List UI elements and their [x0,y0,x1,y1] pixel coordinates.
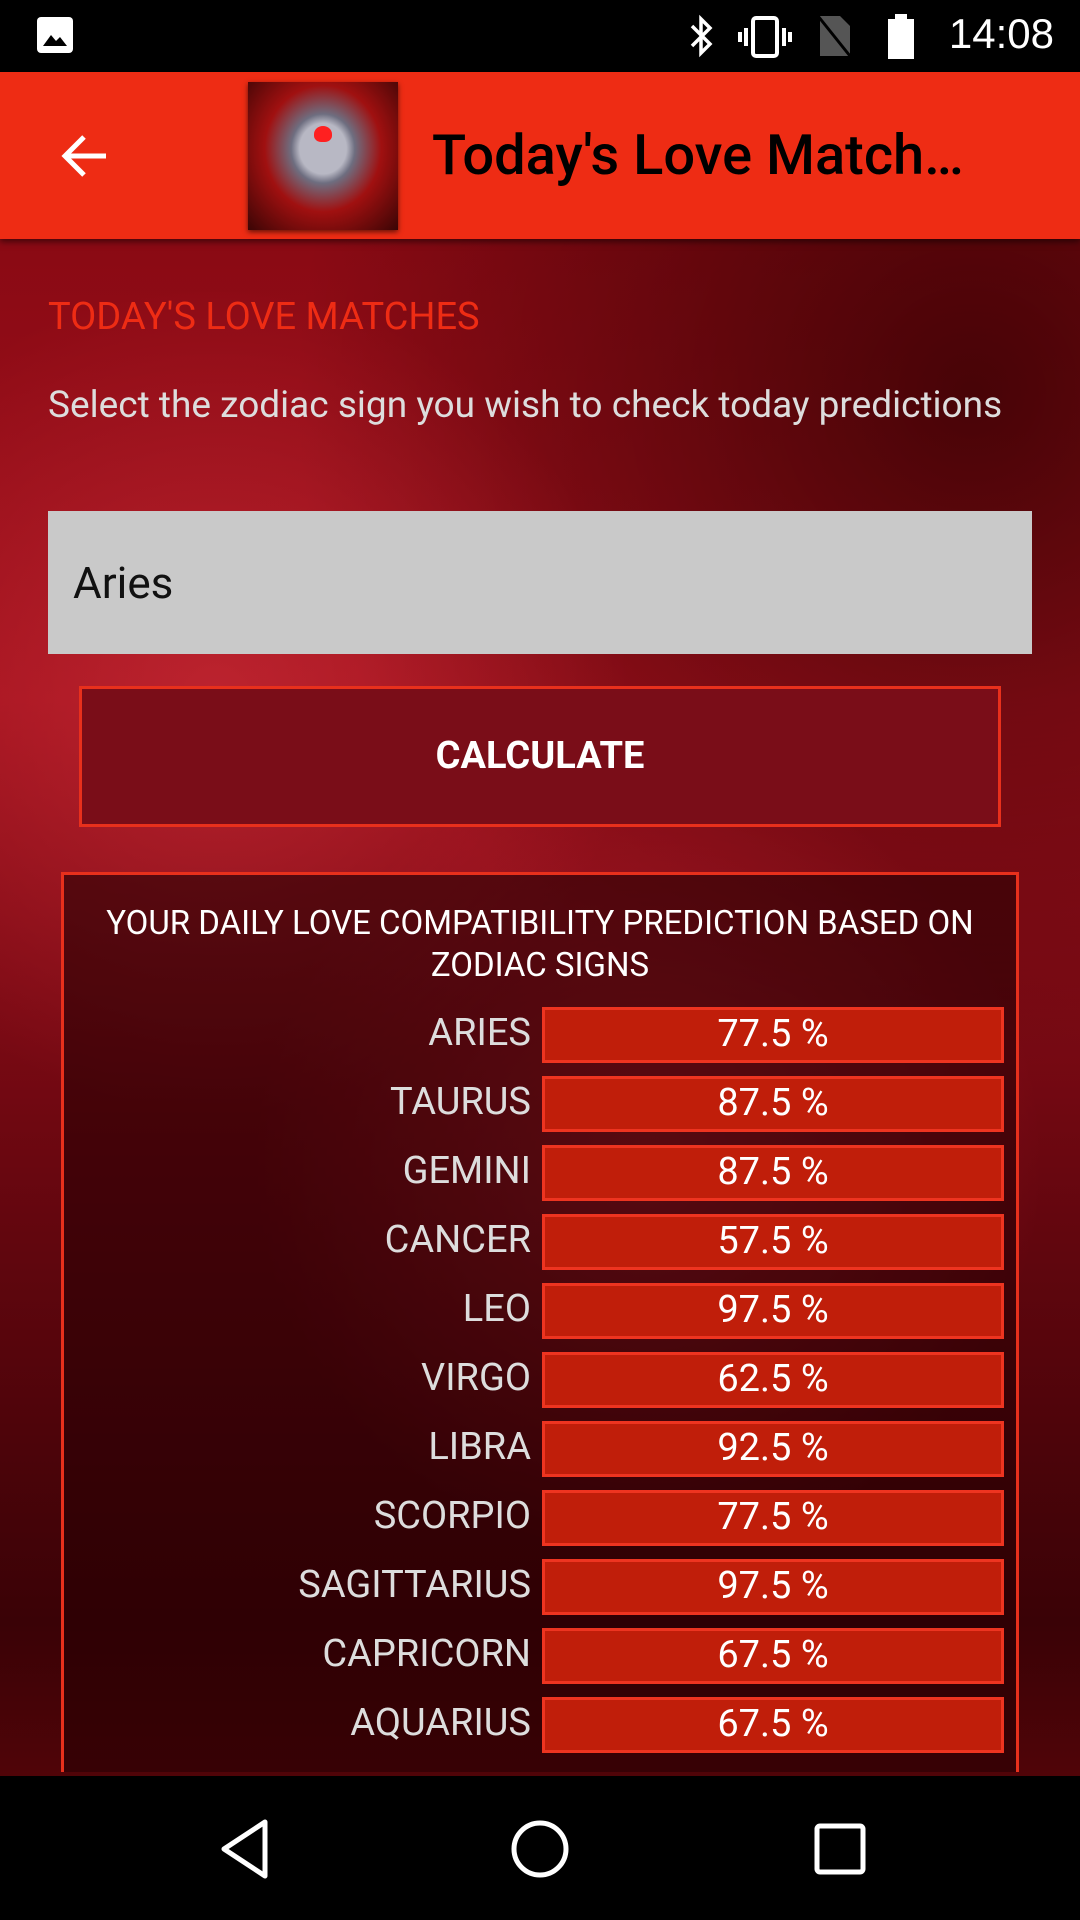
sign-label: VIRGO [421,1356,531,1400]
compatibility-value: 92.5 % [542,1421,1004,1477]
clock: 14:08 [948,10,1054,57]
compatibility-value: 97.5 % [542,1283,1004,1339]
compatibility-value: 87.5 % [542,1145,1004,1201]
sign-label: SCORPIO [373,1494,531,1538]
recents-square-icon[interactable] [805,1814,875,1884]
sign-label: AQUARIUS [350,1701,531,1745]
app-logo-avatar [248,82,398,230]
compatibility-value: 67.5 % [542,1697,1004,1753]
results-panel: YOUR DAILY LOVE COMPATIBILITY PREDICTION… [61,872,1019,1772]
compatibility-value: 97.5 % [542,1559,1004,1615]
result-row: CANCER 57.5 % [64,1214,1016,1270]
sign-label: ARIES [428,1011,531,1055]
compatibility-value: 77.5 % [542,1490,1004,1546]
sign-label: LEO [462,1287,531,1331]
arrow-left-icon[interactable] [54,124,118,188]
calculate-button[interactable]: CALCULATE [79,686,1001,827]
toolbar-title: Today's Love Match… [432,122,964,188]
no-sim-icon [816,15,852,57]
result-row: LIBRA 92.5 % [64,1421,1016,1477]
home-circle-icon[interactable] [505,1814,575,1884]
main-content[interactable]: TODAY'S LOVE MATCHES Select the zodiac s… [0,239,1080,1776]
compatibility-value: 57.5 % [542,1214,1004,1270]
result-row: VIRGO 62.5 % [64,1352,1016,1408]
compatibility-value: 87.5 % [542,1076,1004,1132]
result-row: SAGITTARIUS 97.5 % [64,1559,1016,1615]
sign-label: TAURUS [390,1080,531,1124]
sign-label: CANCER [384,1218,531,1262]
result-row: TAURUS 87.5 % [64,1076,1016,1132]
results-title: YOUR DAILY LOVE COMPATIBILITY PREDICTION… [106,904,974,985]
page-heading: TODAY'S LOVE MATCHES [48,295,480,339]
compatibility-value: 67.5 % [542,1628,1004,1684]
zodiac-sign-select[interactable]: Aries [48,511,1032,654]
navigation-bar [0,1776,1080,1920]
bluetooth-icon [690,14,713,58]
result-row: ARIES 77.5 % [64,1007,1016,1063]
result-row: AQUARIUS 67.5 % [64,1697,1016,1753]
result-row: GEMINI 87.5 % [64,1145,1016,1201]
compatibility-value: 77.5 % [542,1007,1004,1063]
instruction-text: Select the zodiac sign you wish to check… [48,384,1003,427]
vibrate-icon [738,16,792,58]
sign-label: SAGITTARIUS [298,1563,531,1607]
sign-label: GEMINI [402,1149,531,1193]
compatibility-value: 62.5 % [542,1352,1004,1408]
status-bar: 14:08 [0,0,1080,72]
result-row: LEO 97.5 % [64,1283,1016,1339]
image-icon [37,17,73,53]
app-toolbar: Today's Love Match… [0,72,1080,239]
back-triangle-icon[interactable] [210,1814,280,1884]
battery-icon [888,14,914,59]
sign-label: LIBRA [428,1425,531,1469]
result-row: CAPRICORN 67.5 % [64,1628,1016,1684]
sign-label: CAPRICORN [322,1632,531,1676]
result-row: SCORPIO 77.5 % [64,1490,1016,1546]
